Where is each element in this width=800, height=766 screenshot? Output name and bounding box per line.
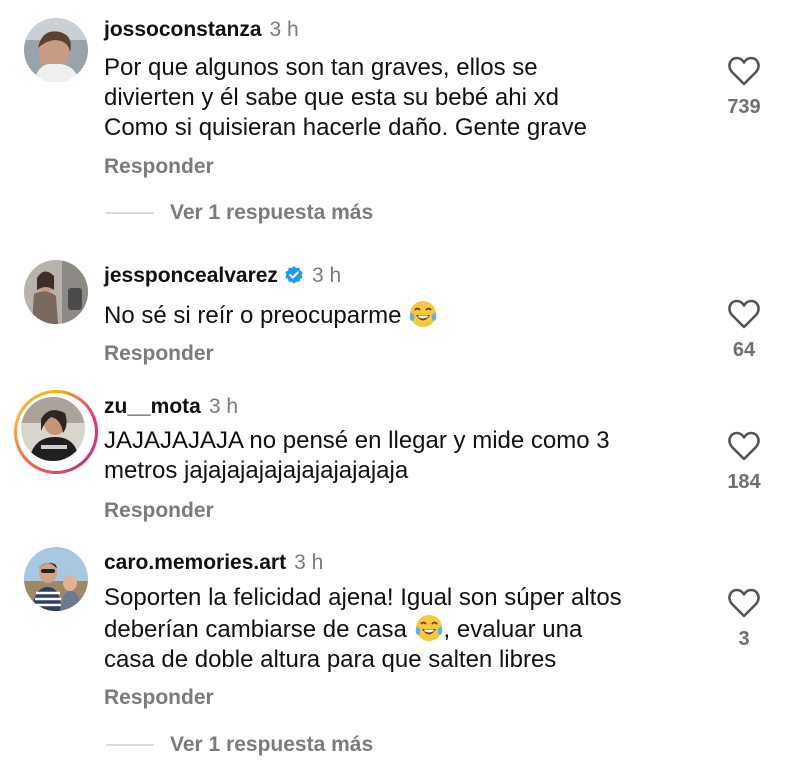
reply-button[interactable]: Responder <box>104 155 214 179</box>
comment-header: zu__mota 3 h <box>104 394 238 420</box>
comment-header: jossoconstanza 3 h <box>104 17 299 43</box>
username[interactable]: jossoconstanza <box>104 18 262 41</box>
divider-line <box>106 744 154 747</box>
comment-text: Soporten la felicidad ajena! Igual son s… <box>104 583 704 675</box>
timestamp: 3 h <box>269 18 299 41</box>
comment-line: casa de doble altura para que salten lib… <box>104 646 557 673</box>
reply-button[interactable]: Responder <box>104 499 214 523</box>
username[interactable]: caro.memories.art <box>104 551 286 574</box>
comment-line: divierten y él sabe que esta su bebé ahi… <box>104 84 559 111</box>
avatar <box>21 397 85 461</box>
divider-line <box>106 212 154 215</box>
tears-of-joy-emoji-icon <box>409 301 437 327</box>
tears-of-joy-emoji-icon <box>415 615 442 641</box>
comment-line: Por que algunos son tan graves, ellos se <box>104 54 538 81</box>
username[interactable]: jessponcealvarez <box>104 264 278 287</box>
like-count: 739 <box>727 96 761 118</box>
avatar[interactable] <box>24 547 88 611</box>
comment-line: metros jajajajajajajajajajajaja <box>104 457 409 484</box>
heart-icon[interactable] <box>728 56 760 86</box>
comment-line: Como si quisieran hacerle daño. Gente gr… <box>104 114 587 141</box>
heart-icon[interactable] <box>728 431 760 461</box>
like-count: 3 <box>738 628 750 650</box>
comment-line: No sé si reír o preocuparme <box>104 302 402 329</box>
comment-line: JAJAJAJAJA no pensé en llegar y mide com… <box>104 427 610 454</box>
heart-icon[interactable] <box>728 299 760 329</box>
reply-button[interactable]: Responder <box>104 342 214 366</box>
like-count: 64 <box>732 339 756 361</box>
like-control: 64 <box>720 299 768 362</box>
avatar[interactable] <box>24 260 88 324</box>
view-replies-button[interactable]: Ver 1 respuesta más <box>106 733 373 757</box>
comment-text: JAJAJAJAJA no pensé en llegar y mide com… <box>104 426 704 486</box>
heart-icon[interactable] <box>728 588 760 618</box>
timestamp: 3 h <box>294 551 324 574</box>
like-control: 739 <box>720 56 768 119</box>
comment-line: , evaluar una <box>443 616 583 643</box>
reply-button[interactable]: Responder <box>104 686 214 710</box>
like-count: 184 <box>727 471 761 493</box>
view-replies-button[interactable]: Ver 1 respuesta más <box>106 201 373 225</box>
comment-text: No sé si reír o preocuparme <box>104 299 704 331</box>
verified-badge-icon <box>285 266 303 284</box>
comment-text: Por que algunos son tan graves, ellos se… <box>104 53 704 143</box>
comment-line-with-emoji: deberían cambiarse de casa , evaluar una <box>104 613 704 645</box>
comment-line: deberían cambiarse de casa <box>104 616 407 643</box>
view-replies-label: Ver 1 respuesta más <box>170 733 374 756</box>
avatar[interactable] <box>24 18 88 82</box>
story-ring[interactable] <box>14 390 98 474</box>
like-control: 184 <box>720 431 768 494</box>
like-control: 3 <box>720 588 768 651</box>
username[interactable]: zu__mota <box>104 395 201 418</box>
comment-line: Soporten la felicidad ajena! Igual son s… <box>104 584 622 611</box>
timestamp: 3 h <box>311 264 342 287</box>
comment-header: jessponcealvarez 3 h <box>104 263 341 289</box>
view-replies-label: Ver 1 respuesta más <box>170 201 374 224</box>
timestamp: 3 h <box>208 395 239 418</box>
comment-header: caro.memories.art 3 h <box>104 550 323 576</box>
